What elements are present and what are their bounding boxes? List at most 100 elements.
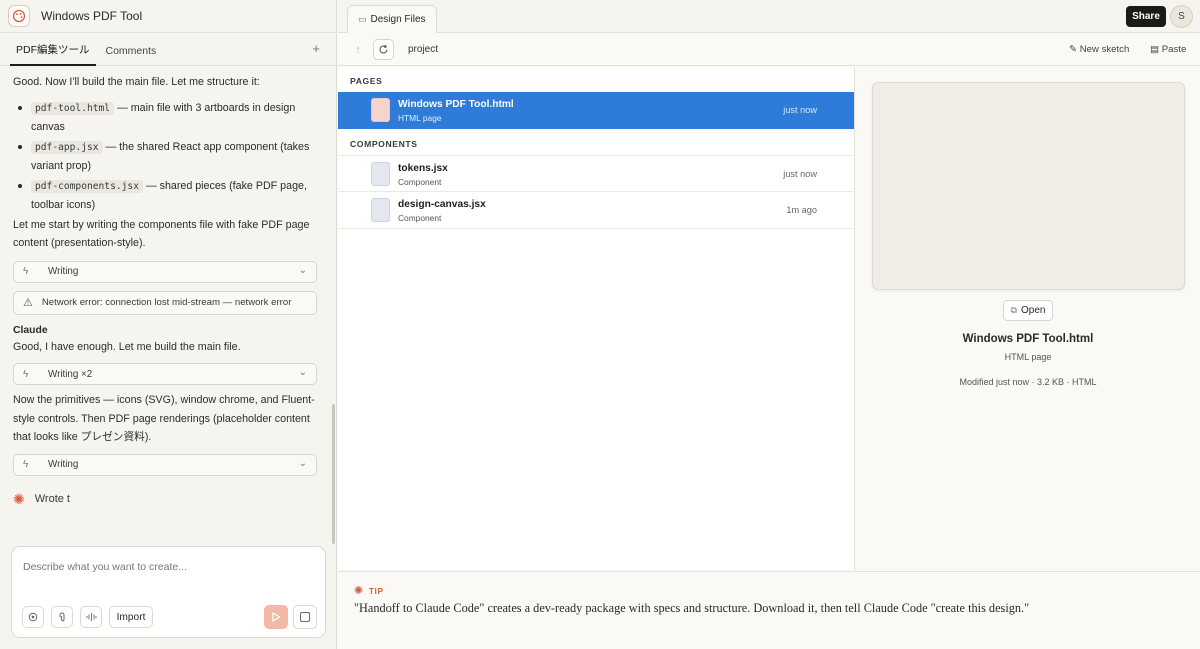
palette-icon[interactable] <box>8 5 30 27</box>
file-code: pdf-tool.html <box>31 101 115 115</box>
send-button[interactable] <box>264 605 288 629</box>
tip-text: "Handoff to Claude Code" creates a dev-r… <box>354 601 1030 615</box>
prompt-input[interactable] <box>23 561 313 573</box>
file-name: tokens.jsx <box>398 163 448 174</box>
panel-toggle-button[interactable] <box>293 605 317 629</box>
file-time: just now <box>783 105 817 115</box>
tab-comments[interactable]: Comments <box>100 45 163 65</box>
file-type: HTML page <box>398 113 442 123</box>
file-time: just now <box>783 169 817 179</box>
list-item: pdf-components.jsx — shared pieces (fake… <box>13 177 317 215</box>
tool-writing-x2-toggle[interactable]: ϟ Writing ×2 ⌄ <box>13 363 317 385</box>
file-toolbar: ↑ project ✎ New sketch ▤ Paste <box>338 34 1200 66</box>
error-notice: ⚠ Network error: connection lost mid-str… <box>13 290 317 315</box>
tool-writing-toggle[interactable]: ϟ Writing ⌄ <box>13 260 317 283</box>
warning-icon: ⚠ <box>23 297 33 309</box>
paste-button[interactable]: ▤ Paste <box>1150 44 1186 55</box>
open-button[interactable]: ⧉ Open <box>1003 300 1053 321</box>
error-text: Network error: connection lost mid-strea… <box>41 297 292 308</box>
chat-tabs: PDF編集ツール Comments + <box>0 33 336 66</box>
pencil-icon: ✎ <box>1069 44 1078 55</box>
lightning-icon: ϟ <box>23 266 29 277</box>
preview-thumbnail[interactable] <box>872 82 1185 290</box>
file-time: 1m ago <box>786 205 817 215</box>
chat-message: Good. Now I'll build the main file. Let … <box>13 76 260 88</box>
tool-label: Writing ×2 <box>48 368 93 380</box>
chevron-down-icon: ⌄ <box>298 264 307 276</box>
section-pages: PAGES <box>350 76 383 86</box>
external-link-icon: ⧉ <box>1010 305 1017 315</box>
chat-transcript: Good. Now I'll build the main file. Let … <box>0 67 335 540</box>
file-row-windows-pdf-tool[interactable]: Windows PDF Tool.html HTML page just now <box>338 92 854 129</box>
file-icon <box>371 162 390 186</box>
file-type: Component <box>398 177 442 187</box>
file-row-design-canvas[interactable]: design-canvas.jsx Component 1m ago <box>338 192 854 229</box>
speaker-name: Claude <box>13 324 48 336</box>
chat-message: Good, I have enough. Let me build the ma… <box>13 340 241 353</box>
file-code: pdf-components.jsx <box>31 179 143 193</box>
tab-design-files[interactable]: ▭ Design Files <box>347 5 437 33</box>
claude-spark-icon: ✺ <box>13 490 25 507</box>
chat-scrollbar[interactable] <box>332 404 335 544</box>
tool-writing-toggle[interactable]: ϟ Writing ⌄ <box>13 453 317 476</box>
preview-file-meta: Modified just now · 3.2 KB · HTML <box>959 377 1097 387</box>
tab-pdf-tool[interactable]: PDF編集ツール <box>10 42 96 66</box>
refresh-button[interactable] <box>373 39 394 60</box>
open-label: Open <box>1020 305 1046 316</box>
streaming-status: ✺ Wrote t <box>13 491 317 508</box>
lightning-icon: ϟ <box>23 459 29 470</box>
claude-spark-icon: ✺ <box>354 585 364 597</box>
folder-icon: ▭ <box>358 14 367 24</box>
paperclip-icon <box>59 612 65 621</box>
waveform-icon <box>86 613 96 621</box>
top-bar: ▭ Design Files Share S <box>338 0 1200 33</box>
share-button[interactable]: Share <box>1126 6 1166 27</box>
arrow-up-icon[interactable]: ↑ <box>348 40 368 60</box>
attach-button[interactable] <box>51 606 73 628</box>
lightning-icon: ϟ <box>23 368 29 380</box>
tool-label: Writing <box>48 459 79 470</box>
settings-button[interactable] <box>22 606 44 628</box>
add-tab-icon[interactable]: + <box>312 41 320 56</box>
chevron-down-icon: ⌄ <box>298 367 307 378</box>
list-item: pdf-tool.html — main file with 3 artboar… <box>13 99 317 137</box>
file-name: Windows PDF Tool.html <box>398 99 514 110</box>
tool-label: Writing <box>48 266 79 277</box>
target-icon <box>28 612 38 622</box>
file-code: pdf-app.jsx <box>31 140 103 154</box>
chevron-down-icon: ⌄ <box>298 457 307 469</box>
chat-message: Let me start by writing the components f… <box>13 218 310 250</box>
streaming-text: Wrote t <box>34 493 70 505</box>
section-components: COMPONENTS <box>350 139 418 149</box>
tip-label: TIP <box>368 585 384 596</box>
import-button[interactable]: Import <box>109 606 153 628</box>
file-preview: ⧉ Open Windows PDF Tool.html HTML page M… <box>856 67 1200 570</box>
tip-banner: ✺ TIP "Handoff to Claude Code" creates a… <box>338 571 1200 649</box>
new-sketch-button[interactable]: ✎ New sketch <box>1069 44 1129 55</box>
refresh-icon <box>379 44 388 54</box>
file-name: design-canvas.jsx <box>398 199 486 210</box>
file-plan-list: pdf-tool.html — main file with 3 artboar… <box>13 99 317 215</box>
voice-button[interactable] <box>80 606 102 628</box>
app-header: Windows PDF Tool <box>0 0 336 33</box>
tip-header: ✺ TIP <box>354 584 384 597</box>
file-icon <box>371 198 390 222</box>
file-list: PAGES Windows PDF Tool.html HTML page ju… <box>338 67 855 570</box>
preview-file-type: HTML page <box>1004 352 1052 362</box>
chat-panel: Windows PDF Tool PDF編集ツール Comments + Goo… <box>0 0 337 649</box>
breadcrumb[interactable]: project <box>408 44 438 55</box>
clipboard-icon: ▤ <box>1150 44 1160 55</box>
composer: Import <box>11 546 326 638</box>
chat-message: Now the primitives — icons (SVG), window… <box>13 394 315 443</box>
list-item: pdf-app.jsx — the shared React app compo… <box>13 138 317 176</box>
file-row-tokens[interactable]: tokens.jsx Component just now <box>338 155 854 192</box>
app-title: Windows PDF Tool <box>41 9 143 23</box>
tab-label: Design Files <box>370 14 426 25</box>
avatar[interactable]: S <box>1170 5 1193 28</box>
square-icon <box>300 612 310 622</box>
paste-label: Paste <box>1161 44 1187 55</box>
send-icon <box>272 612 281 622</box>
preview-file-name: Windows PDF Tool.html <box>962 333 1094 345</box>
new-sketch-label: New sketch <box>1079 44 1130 55</box>
html-file-icon <box>371 98 390 122</box>
